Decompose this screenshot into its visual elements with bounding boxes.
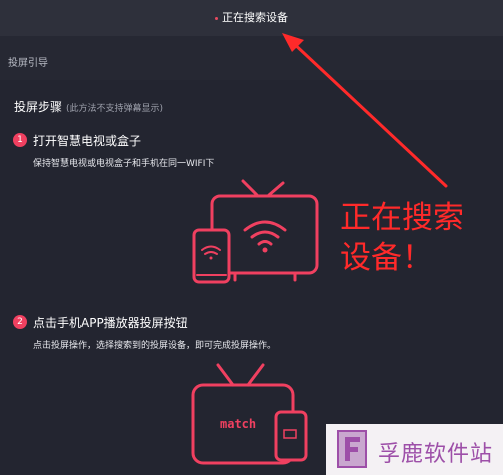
watermark-logo-icon (337, 430, 367, 468)
annotation-line-1: 正在搜索 (340, 200, 464, 236)
watermark: 孚鹿软件站 (326, 424, 503, 475)
annotation-line-2: 设备！ (340, 240, 433, 276)
annotation-text: 正在搜索 设备！ (340, 198, 464, 278)
watermark-text: 孚鹿软件站 (378, 442, 494, 467)
